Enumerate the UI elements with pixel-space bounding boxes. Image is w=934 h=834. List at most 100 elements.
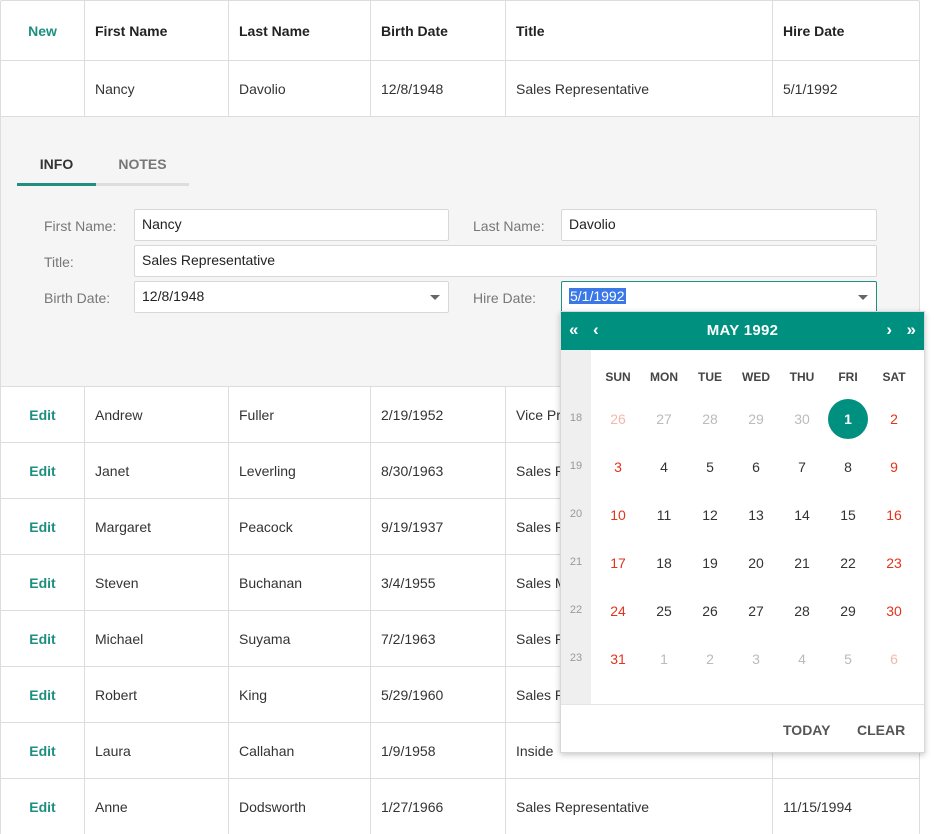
calendar-day-selected[interactable]: 1 [828, 399, 868, 439]
table-cell: Fuller [229, 387, 371, 442]
calendar-day[interactable]: 22 [828, 543, 868, 583]
table-cell: Michael [85, 611, 229, 666]
edit-button[interactable]: Edit [29, 631, 55, 647]
calendar-day[interactable]: 10 [598, 495, 638, 535]
hire-date-picker[interactable]: 5/1/1992 [561, 281, 877, 313]
calendar-day[interactable]: 31 [598, 639, 638, 679]
calendar-day[interactable]: 19 [690, 543, 730, 583]
calendar-day[interactable]: 4 [644, 447, 684, 487]
table-cell: 2/19/1952 [371, 387, 506, 442]
calendar-day[interactable]: 27 [644, 399, 684, 439]
calendar-day[interactable]: 7 [782, 447, 822, 487]
calendar-day[interactable]: 3 [598, 447, 638, 487]
calendar-day[interactable]: 15 [828, 495, 868, 535]
table-cell: Dodsworth [229, 779, 371, 834]
tab-strip: INFO NOTES [17, 151, 189, 201]
calendar-day[interactable]: 17 [598, 543, 638, 583]
weekday-header: FRI [838, 370, 858, 384]
today-button[interactable]: TODAY [783, 722, 830, 738]
chevron-down-icon[interactable] [430, 295, 440, 300]
edit-button-cell: Edit [1, 387, 85, 442]
title-label: Title: [44, 254, 74, 270]
edit-button[interactable]: Edit [29, 799, 55, 815]
calendar-day[interactable]: 18 [644, 543, 684, 583]
calendar-day[interactable]: 2 [874, 399, 914, 439]
chevron-down-icon[interactable] [858, 295, 868, 300]
calendar-day[interactable]: 26 [690, 591, 730, 631]
edit-button[interactable]: Edit [29, 519, 55, 535]
calendar-day[interactable]: 21 [782, 543, 822, 583]
calendar-day[interactable]: 3 [736, 639, 776, 679]
calendar-day[interactable]: 1 [644, 639, 684, 679]
calendar-day[interactable]: 29 [736, 399, 776, 439]
double-chevron-right-icon[interactable]: » [907, 320, 916, 340]
edit-button[interactable]: Edit [29, 575, 55, 591]
clear-button[interactable]: CLEAR [857, 722, 905, 738]
first-name-field[interactable]: Nancy [134, 209, 449, 241]
calendar-day[interactable]: 26 [598, 399, 638, 439]
weekday-header: MON [650, 370, 678, 384]
calendar-day[interactable]: 27 [736, 591, 776, 631]
edit-button[interactable]: Edit [29, 407, 55, 423]
table-cell: Davolio [229, 61, 371, 116]
calendar-day[interactable]: 13 [736, 495, 776, 535]
edit-button[interactable]: Edit [29, 743, 55, 759]
column-header-hire-date[interactable]: Hire Date [773, 1, 920, 60]
calendar-day[interactable]: 28 [782, 591, 822, 631]
table-cell: Sales Representative [506, 61, 773, 116]
table-cell: 8/30/1963 [371, 443, 506, 498]
calendar-day[interactable]: 25 [644, 591, 684, 631]
calendar-day[interactable]: 23 [874, 543, 914, 583]
table-cell: 11/15/1994 [783, 798, 853, 815]
calendar-day[interactable]: 30 [874, 591, 914, 631]
calendar-day[interactable]: 12 [690, 495, 730, 535]
calendar-day[interactable]: 24 [598, 591, 638, 631]
week-number: 21 [569, 556, 583, 568]
table-cell: Robert [85, 667, 229, 722]
calendar-footer: TODAY CLEAR [561, 704, 924, 754]
birth-date-picker[interactable]: 12/8/1948 [134, 281, 449, 313]
table-cell: 1/27/1966 [371, 779, 506, 834]
birth-date-label: Birth Date: [44, 290, 111, 306]
chevron-right-icon[interactable]: › [886, 320, 892, 340]
calendar-day[interactable]: 8 [828, 447, 868, 487]
table-cell: 3/4/1955 [371, 555, 506, 610]
new-button[interactable]: New [28, 23, 57, 39]
calendar-day[interactable]: 16 [874, 495, 914, 535]
calendar-day[interactable]: 6 [874, 639, 914, 679]
calendar-day[interactable]: 6 [736, 447, 776, 487]
edit-button-cell: Edit [1, 779, 85, 834]
calendar-day[interactable]: 5 [828, 639, 868, 679]
calendar-day[interactable]: 11 [644, 495, 684, 535]
table-cell: 5/29/1960 [371, 667, 506, 722]
calendar-day[interactable]: 14 [782, 495, 822, 535]
weekday-header: SUN [605, 370, 631, 384]
grid-header-row: New First Name Last Name Birth Date Titl… [1, 1, 919, 61]
table-cell: Margaret [85, 499, 229, 554]
calendar-day[interactable]: 30 [782, 399, 822, 439]
column-header-title[interactable]: Title [506, 1, 773, 60]
column-header-last-name[interactable]: Last Name [229, 1, 371, 60]
edit-button[interactable]: Edit [29, 687, 55, 703]
column-header-birth-date[interactable]: Birth Date [371, 1, 506, 60]
calendar-month-title[interactable]: MAY 1992 [561, 322, 924, 339]
calendar-day[interactable]: 5 [690, 447, 730, 487]
calendar-day[interactable]: 20 [736, 543, 776, 583]
calendar-day[interactable]: 29 [828, 591, 868, 631]
column-header-first-name[interactable]: First Name [85, 1, 229, 60]
calendar-day[interactable]: 28 [690, 399, 730, 439]
table-cell: King [229, 667, 371, 722]
tab-info[interactable]: INFO [17, 151, 96, 199]
hire-date-value[interactable]: 5/1/1992 [569, 288, 626, 304]
last-name-field[interactable]: Davolio [561, 209, 877, 241]
birth-date-value: 12/8/1948 [142, 288, 205, 304]
edit-button[interactable]: Edit [29, 463, 55, 479]
title-field[interactable]: Sales Representative [134, 245, 877, 277]
calendar-day[interactable]: 2 [690, 639, 730, 679]
editing-row: Nancy Davolio 12/8/1948 Sales Representa… [1, 61, 919, 117]
calendar-day[interactable]: 4 [782, 639, 822, 679]
tab-notes[interactable]: NOTES [96, 151, 189, 199]
table-cell: Steven [85, 555, 229, 610]
calendar-day[interactable]: 9 [874, 447, 914, 487]
table-cell: Suyama [229, 611, 371, 666]
